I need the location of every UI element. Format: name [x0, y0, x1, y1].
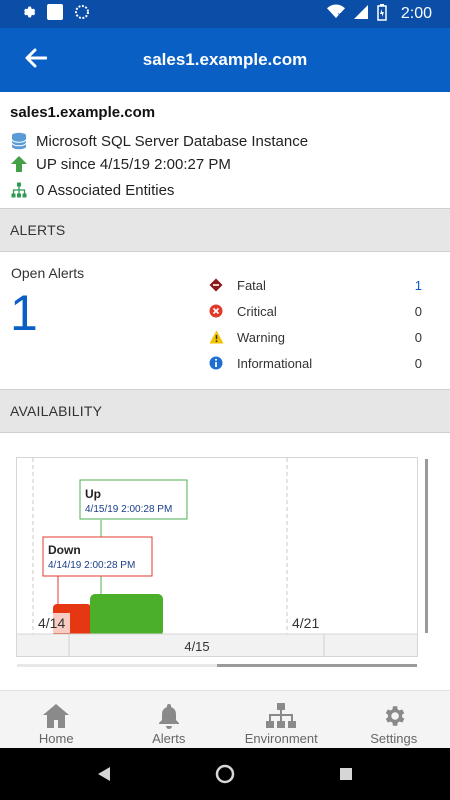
- signal-icon: [353, 4, 369, 24]
- arrow-up-icon: [10, 155, 28, 173]
- home-icon: [42, 703, 70, 729]
- axis-date-label: 4/14: [38, 615, 65, 631]
- open-alerts-count[interactable]: 1: [10, 283, 38, 343]
- alert-count: 0: [414, 355, 422, 371]
- home-circle-icon[interactable]: [215, 764, 235, 784]
- entity-info: sales1.example.com Microsoft SQL Server …: [0, 92, 450, 208]
- entity-status: UP since 4/15/19 2:00:27 PM: [36, 155, 231, 173]
- nav-alerts[interactable]: Alerts: [113, 691, 226, 748]
- info-icon: [208, 355, 224, 371]
- availability-chart-svg: Up 4/15/19 2:00:28 PM Down 4/14/19 2:00:…: [17, 458, 417, 656]
- alert-row-fatal[interactable]: Fatal 1: [208, 274, 422, 296]
- alert-label: Fatal: [237, 277, 266, 293]
- up-callout[interactable]: Up 4/15/19 2:00:28 PM: [79, 479, 188, 520]
- availability-panel: Up 4/15/19 2:00:28 PM Down 4/14/19 2:00:…: [0, 435, 450, 690]
- alert-label: Warning: [237, 329, 285, 345]
- bottom-navigation: Home Alerts Environment Settings: [0, 690, 450, 748]
- nav-alerts-label: Alerts: [152, 731, 186, 746]
- up-bar[interactable]: [90, 594, 163, 636]
- alert-label: Informational: [237, 355, 313, 371]
- vertical-scrollbar[interactable]: [425, 459, 428, 633]
- recents-square-icon[interactable]: [339, 767, 353, 781]
- down-callout-title: Down: [48, 543, 81, 557]
- alerts-section-header: ALERTS: [0, 208, 450, 252]
- battery-icon: [377, 3, 387, 25]
- arrow-left-icon: [25, 48, 48, 73]
- nav-environment[interactable]: Environment: [225, 691, 338, 748]
- status-time: 2:00: [400, 5, 432, 22]
- availability-chart[interactable]: Up 4/15/19 2:00:28 PM Down 4/14/19 2:00:…: [16, 457, 418, 657]
- warning-icon: [208, 329, 224, 345]
- associated-entities: 0 Associated Entities: [36, 181, 175, 199]
- entity-type-row: Microsoft SQL Server Database Instance: [10, 132, 308, 150]
- availability-section-header: AVAILABILITY: [0, 389, 450, 433]
- alert-row-warning[interactable]: Warning 0: [208, 326, 422, 348]
- back-button[interactable]: [22, 46, 50, 74]
- wifi-icon: x: [326, 4, 345, 24]
- hierarchy-icon: [10, 181, 28, 199]
- app-bar: sales1.example.com: [0, 28, 450, 92]
- page-title: sales1.example.com: [142, 50, 308, 69]
- circle-icon: [74, 4, 90, 25]
- critical-icon: [208, 303, 224, 319]
- nav-home-label: Home: [38, 731, 74, 746]
- nav-settings[interactable]: Settings: [338, 691, 450, 748]
- database-icon: [10, 132, 28, 150]
- chart-bottom-band: [17, 634, 417, 656]
- entities-row[interactable]: 0 Associated Entities: [10, 181, 174, 199]
- down-callout-time: 4/14/19 2:00:28 PM: [48, 560, 135, 571]
- nav-settings-label: Settings: [370, 731, 418, 746]
- system-navigation-bar: [0, 748, 450, 800]
- back-triangle-icon[interactable]: [97, 766, 111, 782]
- gear-icon: [20, 4, 36, 25]
- nav-home[interactable]: Home: [0, 691, 113, 748]
- axis-date-label: 4/21: [292, 615, 319, 631]
- alert-count: 0: [414, 329, 422, 345]
- horizontal-scrollbar-thumb[interactable]: [217, 664, 417, 667]
- square-icon: [46, 3, 64, 26]
- alert-row-informational[interactable]: Informational 0: [208, 352, 422, 374]
- alert-count[interactable]: 1: [415, 278, 422, 293]
- alerts-panel: Open Alerts 1 Fatal 1 Critical 0 Warning…: [0, 253, 450, 389]
- host-name: sales1.example.com: [10, 104, 156, 121]
- alert-row-critical[interactable]: Critical 0: [208, 300, 422, 322]
- alert-count: 0: [414, 303, 422, 319]
- entity-type: Microsoft SQL Server Database Instance: [36, 132, 309, 150]
- status-row: UP since 4/15/19 2:00:27 PM: [10, 155, 231, 173]
- fatal-icon: [208, 277, 224, 293]
- band-date-label: 4/15: [184, 639, 209, 654]
- up-callout-title: Up: [85, 487, 101, 501]
- status-bar: x 2:00: [0, 0, 450, 28]
- bell-icon: [157, 703, 181, 729]
- gear-icon: [381, 703, 407, 729]
- alert-label: Critical: [237, 303, 277, 319]
- down-callout[interactable]: Down 4/14/19 2:00:28 PM: [42, 536, 153, 577]
- nav-environment-label: Environment: [244, 731, 318, 746]
- up-callout-time: 4/15/19 2:00:28 PM: [85, 504, 172, 515]
- open-alerts-label: Open Alerts: [11, 265, 85, 281]
- network-icon: [266, 703, 297, 729]
